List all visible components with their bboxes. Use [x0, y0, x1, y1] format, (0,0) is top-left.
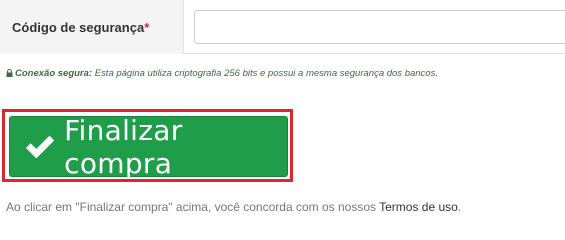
- lock-icon: [6, 69, 13, 77]
- security-code-label: Código de segurança*: [12, 20, 149, 35]
- terms-notice: Ao clicar em "Finalizar compra" acima, v…: [6, 200, 461, 214]
- security-code-label-text: Código de segurança: [12, 20, 145, 35]
- terms-suffix: .: [457, 200, 462, 214]
- security-code-row: Código de segurança*: [0, 0, 565, 54]
- security-code-input[interactable]: [194, 10, 565, 44]
- secure-note-title: Conexão segura:: [15, 68, 93, 79]
- terms-of-use-link[interactable]: Termos de uso: [379, 200, 458, 214]
- required-mark: *: [144, 20, 150, 35]
- secure-connection-note: Conexão segura: Esta página utiliza crip…: [6, 68, 438, 79]
- checkmark-icon: [25, 135, 55, 158]
- secure-note-text: Esta página utiliza criptografia 256 bit…: [92, 68, 438, 79]
- finalizar-compra-button[interactable]: Finalizar compra: [9, 113, 288, 180]
- finalizar-compra-label: Finalizar compra: [64, 113, 183, 180]
- terms-prefix: Ao clicar em "Finalizar compra" acima, v…: [6, 200, 380, 214]
- security-code-label-cell: Código de segurança*: [0, 0, 184, 54]
